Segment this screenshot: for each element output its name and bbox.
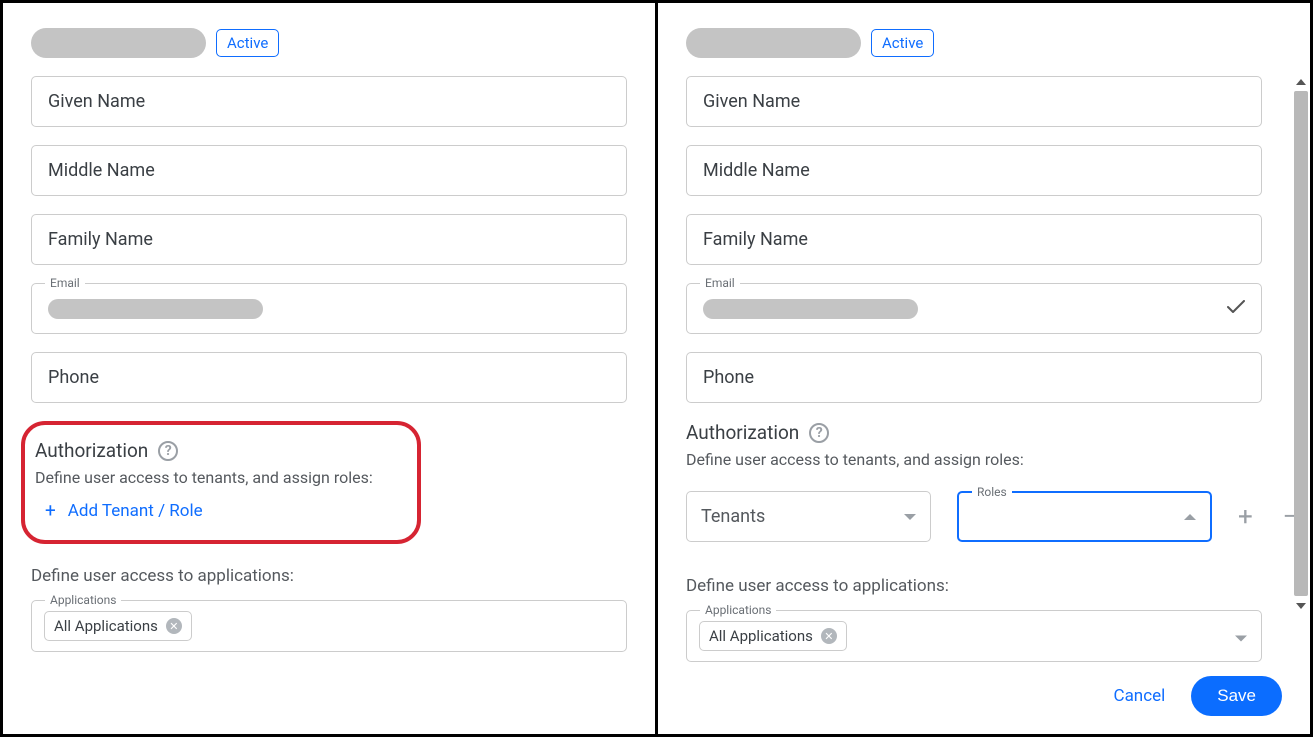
phone-field[interactable]: Phone [31,352,627,403]
applications-label: Applications [45,593,121,607]
tenants-select[interactable]: Tenants [686,491,931,542]
plus-icon: + [45,499,56,522]
family-name-placeholder: Family Name [703,229,808,250]
applications-subtitle: Define user access to applications: [686,576,1282,596]
authorization-subtitle: Define user access to tenants, and assig… [686,450,1282,469]
chevron-down-icon [1235,627,1247,646]
row-action-icons: + − [1238,504,1298,530]
application-chip[interactable]: All Applications ✕ [699,621,847,651]
cancel-button[interactable]: Cancel [1114,686,1166,706]
help-icon[interactable]: ? [158,441,178,461]
panel-right: Active Given Name Middle Name Family Nam… [658,3,1310,734]
scrollbar-thumb[interactable] [1294,91,1308,596]
applications-select[interactable]: Applications All Applications ✕ [31,600,627,652]
remove-chip-icon[interactable]: ✕ [166,618,182,634]
email-redacted [48,299,263,319]
middle-name-field[interactable]: Middle Name [686,145,1262,196]
email-label: Email [700,276,740,290]
footer-actions: Cancel Save [1114,676,1283,716]
given-name-field[interactable]: Given Name [686,76,1262,127]
name-redacted [31,28,206,58]
authorization-heading-row: Authorization ? [35,439,399,462]
applications-label: Applications [700,603,776,617]
authorization-subtitle: Define user access to tenants, and assig… [35,468,399,487]
header-row: Active [31,28,627,58]
email-field[interactable]: Email [686,283,1262,334]
roles-label: Roles [972,485,1012,499]
email-redacted [703,299,918,319]
phone-field[interactable]: Phone [686,352,1262,403]
panel-left: Active Given Name Middle Name Family Nam… [3,3,658,734]
email-label: Email [45,276,85,290]
check-icon [1227,298,1245,319]
name-redacted [686,28,861,58]
phone-placeholder: Phone [703,367,754,388]
add-tenant-role-link[interactable]: + Add Tenant / Role [45,499,203,522]
phone-placeholder: Phone [48,367,99,388]
add-row-icon[interactable]: + [1238,504,1253,530]
application-chip[interactable]: All Applications ✕ [44,611,192,641]
family-name-field[interactable]: Family Name [686,214,1262,265]
add-tenant-role-label: Add Tenant / Role [68,501,203,521]
chevron-down-icon [904,514,916,520]
middle-name-placeholder: Middle Name [703,160,810,181]
tenant-role-row: Tenants Roles + − [686,491,1282,542]
applications-select[interactable]: Applications All Applications ✕ [686,610,1262,662]
scroll-down-icon[interactable] [1296,603,1306,609]
roles-select[interactable]: Roles [957,491,1212,542]
help-icon[interactable]: ? [809,423,829,443]
chevron-up-icon [1184,514,1196,520]
given-name-placeholder: Given Name [48,91,145,112]
header-row: Active [686,28,1282,58]
authorization-heading-row: Authorization ? [686,421,1282,444]
middle-name-placeholder: Middle Name [48,160,155,181]
save-button[interactable]: Save [1191,676,1282,716]
email-field[interactable]: Email [31,283,627,334]
remove-chip-icon[interactable]: ✕ [821,628,837,644]
family-name-placeholder: Family Name [48,229,153,250]
status-badge: Active [871,29,934,57]
highlight-ring: Authorization ? Define user access to te… [21,421,421,544]
applications-subtitle: Define user access to applications: [31,566,627,586]
authorization-heading: Authorization [35,439,148,462]
application-chip-label: All Applications [709,627,813,645]
middle-name-field[interactable]: Middle Name [31,145,627,196]
application-chip-label: All Applications [54,617,158,635]
given-name-field[interactable]: Given Name [31,76,627,127]
family-name-field[interactable]: Family Name [31,214,627,265]
authorization-heading: Authorization [686,421,799,444]
given-name-placeholder: Given Name [703,91,800,112]
status-badge: Active [216,29,279,57]
tenants-placeholder: Tenants [701,506,765,527]
scroll-up-icon[interactable] [1296,79,1306,85]
